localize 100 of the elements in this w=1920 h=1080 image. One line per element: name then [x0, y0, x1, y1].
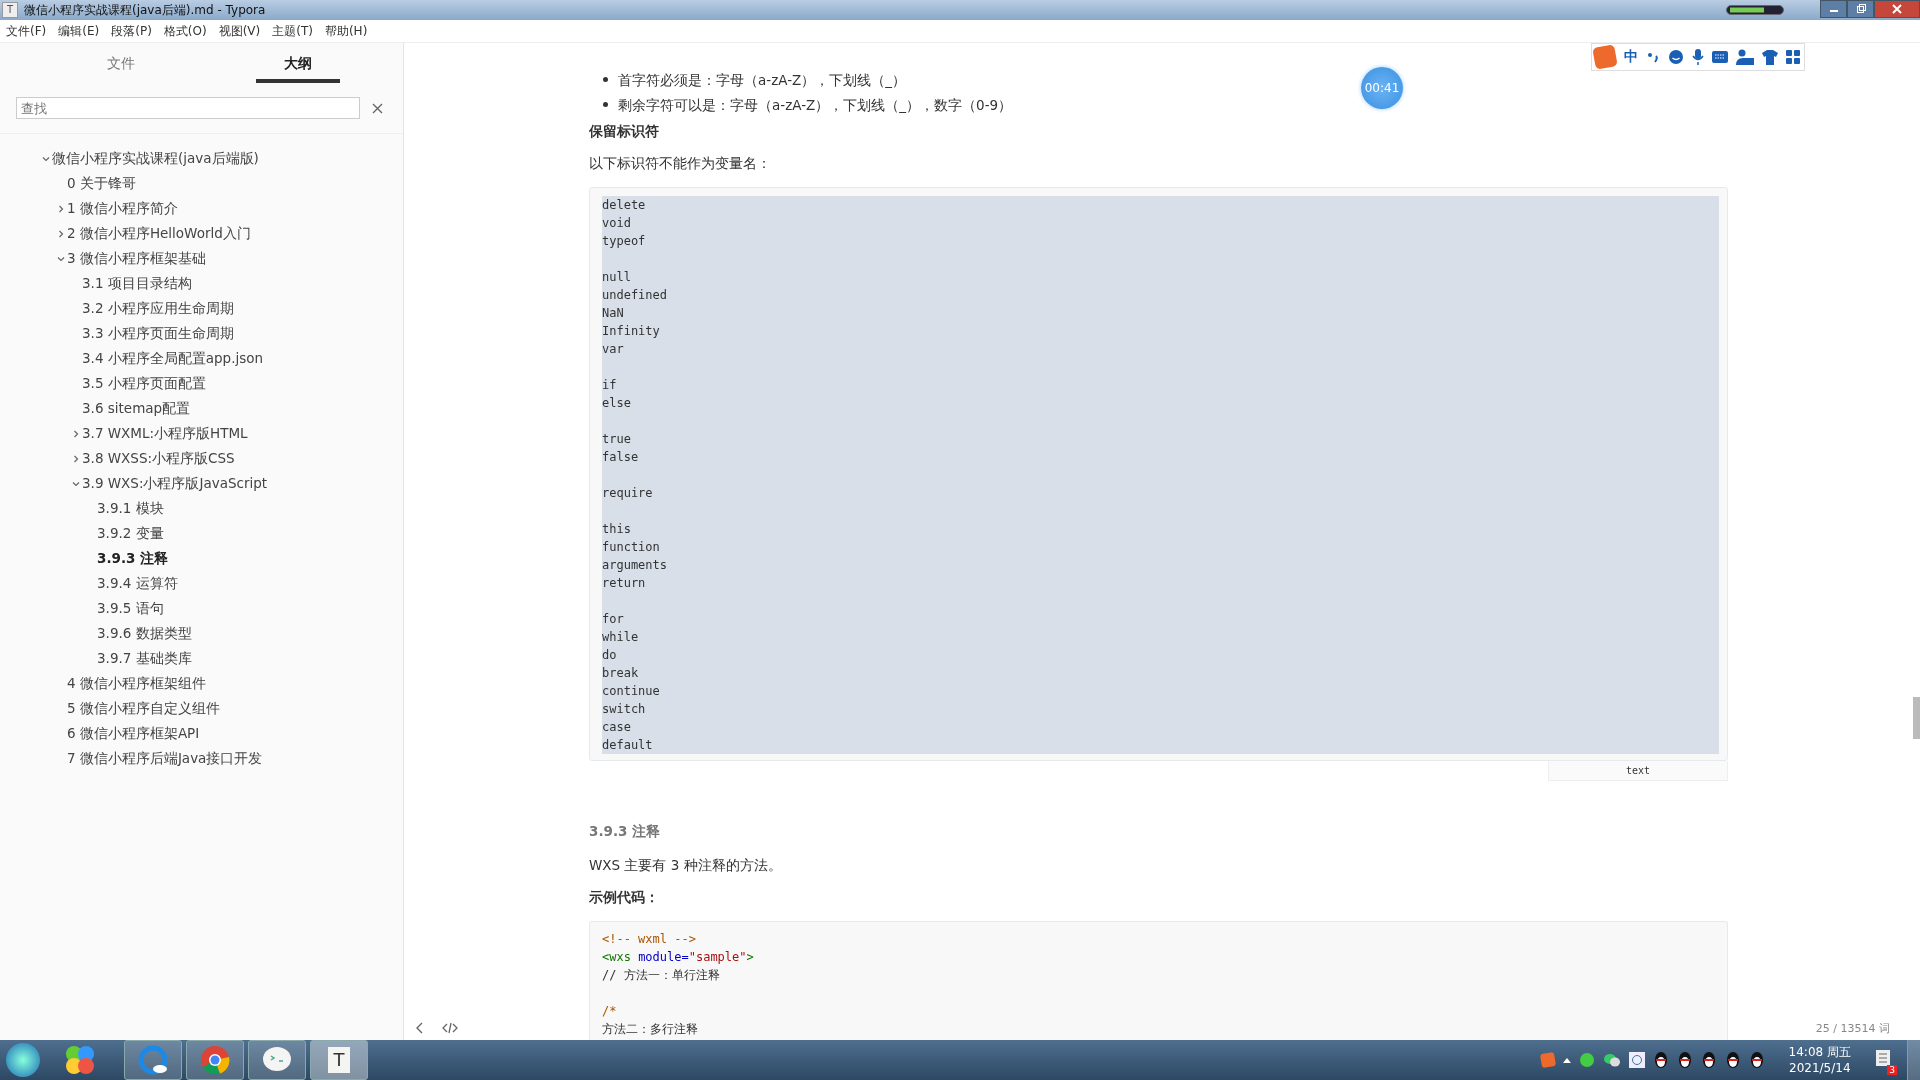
outline-item[interactable]: 3.9 WXS:小程序版JavaScript: [82, 474, 268, 493]
close-icon[interactable]: [372, 102, 383, 114]
logo-icon[interactable]: [1539, 1051, 1556, 1069]
ime-mode-button[interactable]: 中: [1624, 48, 1638, 66]
code-block[interactable]: <!-- wxml --> <wxs module="sample"> // 方法一：单行注释 /* 方法二：多行注释: [589, 921, 1728, 1040]
chat-icon[interactable]: [1602, 1052, 1621, 1068]
outline-item[interactable]: 4 微信小程序框架组件: [67, 674, 206, 693]
flower-icon[interactable]: [64, 1044, 96, 1076]
chevron-icon[interactable]: [57, 254, 65, 263]
code-line: <!-- wxml -->: [602, 931, 696, 948]
minimize-button[interactable]: [1820, 0, 1847, 18]
window-icon[interactable]: [1628, 1052, 1645, 1068]
chevron-icon[interactable]: [57, 229, 65, 238]
outline-item[interactable]: 3.9.6 数据类型: [97, 624, 192, 643]
code-line: while: [602, 629, 639, 646]
paragraph: WXS 主要有 3 种注释的方法。: [589, 857, 783, 875]
search-field[interactable]: 查找: [16, 97, 360, 119]
code-line: for: [602, 611, 624, 628]
language-label[interactable]: text: [1548, 761, 1728, 781]
browser-icon: [138, 1045, 168, 1075]
outline-item[interactable]: 3.2 小程序应用生命周期: [82, 299, 234, 318]
code-line: default: [602, 737, 653, 754]
menu-item[interactable]: 帮助(H): [324, 22, 368, 40]
close-button[interactable]: [1874, 0, 1920, 18]
penguin-icon[interactable]: [1676, 1051, 1693, 1069]
caret-up-icon[interactable]: [1562, 1057, 1571, 1063]
user-icon[interactable]: [1736, 49, 1754, 65]
outline-item[interactable]: 3.1 项目目录结构: [82, 274, 192, 293]
outline-item[interactable]: 3.4 小程序全局配置app.json: [82, 349, 264, 368]
start-button[interactable]: [6, 1043, 40, 1077]
outline-item[interactable]: 1 微信小程序简介: [67, 199, 178, 218]
menu-item[interactable]: 文件(F): [6, 22, 47, 40]
outline-item[interactable]: 3.6 sitemap配置: [82, 399, 191, 418]
outline-item[interactable]: 3.3 小程序页面生命周期: [82, 324, 234, 343]
outline-item[interactable]: 2 微信小程序HelloWorld入门: [67, 224, 251, 243]
outline-item[interactable]: 3.9.7 基础类库: [97, 649, 192, 668]
menu-item[interactable]: 编辑(E): [58, 22, 100, 40]
penguin-icon[interactable]: [1700, 1051, 1717, 1069]
outline-item[interactable]: 3.9.3 注释: [97, 549, 169, 568]
outline-item[interactable]: 0 关于锋哥: [67, 174, 136, 193]
code-line: void: [602, 215, 631, 232]
outline-item[interactable]: 3.5 小程序页面配置: [82, 374, 206, 393]
outline-item[interactable]: 3.8 WXSS:小程序版CSS: [82, 449, 235, 468]
close-icon: [1892, 4, 1902, 14]
chevron-icon[interactable]: [42, 154, 50, 163]
code-line: <wxs module="sample">: [602, 949, 754, 966]
penguin-icon[interactable]: [1724, 1051, 1741, 1069]
chevron-icon[interactable]: [57, 204, 65, 213]
clock[interactable]: 14:08 周五 2021/5/14: [1788, 1044, 1851, 1076]
taskbar-app[interactable]: T: [310, 1040, 368, 1080]
outline-item[interactable]: 3 微信小程序框架基础: [67, 249, 206, 268]
code-block[interactable]: delete void typeof null undefined NaN Infinity var if else true false require this function arguments return for while do break continue switch case default: [589, 187, 1728, 761]
microphone-icon[interactable]: [1692, 49, 1704, 65]
outline-item[interactable]: 5 微信小程序自定义组件: [67, 699, 220, 718]
penguin-icon[interactable]: [1652, 1051, 1669, 1069]
taskbar-app[interactable]: [186, 1040, 244, 1080]
logo-icon[interactable]: [1592, 44, 1618, 70]
outline-item[interactable]: 微信小程序实战课程(java后端版): [52, 149, 259, 168]
grid-icon[interactable]: [1786, 50, 1800, 64]
code-line: Infinity: [602, 323, 660, 340]
taskbar-app[interactable]: [248, 1040, 306, 1080]
menu-item[interactable]: 段落(P): [111, 22, 152, 40]
notification-icon[interactable]: [1875, 1049, 1891, 1067]
punctuation-icon[interactable]: [1646, 50, 1660, 64]
paragraph: 以下标识符不能作为变量名：: [589, 155, 772, 173]
chevron-icon[interactable]: [72, 479, 80, 488]
outline-item[interactable]: 3.9.1 模块: [97, 499, 164, 518]
outline-item[interactable]: 3.9.2 变量: [97, 524, 164, 543]
penguin-icon[interactable]: [1748, 1051, 1765, 1069]
menu-item[interactable]: 视图(V): [218, 22, 261, 40]
chevron-icon[interactable]: [72, 454, 80, 463]
word-count[interactable]: 25 / 13514 词: [1815, 1020, 1890, 1036]
notification-badge: 3: [1887, 1065, 1897, 1075]
shirt-icon[interactable]: [1762, 49, 1778, 65]
outline-item[interactable]: 3.9.5 语句: [97, 599, 164, 618]
chevron-left-icon[interactable]: [416, 1022, 424, 1034]
taskbar-app[interactable]: [124, 1040, 182, 1080]
code-line: null: [602, 269, 631, 286]
outline-item[interactable]: 3.7 WXML:小程序版HTML: [82, 424, 248, 443]
menu-item[interactable]: 格式(O): [163, 22, 207, 40]
code-line: arguments: [602, 557, 668, 574]
code-line: do: [602, 647, 617, 664]
outline-item[interactable]: 7 微信小程序后端Java接口开发: [67, 749, 263, 768]
outline-item[interactable]: 6 微信小程序框架API: [67, 724, 200, 743]
scrollbar-thumb[interactable]: [1913, 697, 1920, 739]
code-line: undefined: [602, 287, 668, 304]
code-line: require: [602, 485, 653, 502]
sidebar-tab[interactable]: 文件: [66, 51, 176, 83]
app-icon: T: [2, 2, 18, 18]
code-line: 方法二：多行注释: [602, 1021, 698, 1038]
keyboard-icon[interactable]: [1712, 51, 1728, 63]
chevron-icon[interactable]: [72, 429, 80, 438]
bullet-icon: [603, 102, 608, 107]
code-line: if: [602, 377, 617, 394]
list-item: 剩余字符可以是：字母（a-zA-Z），下划线（_），数字（0-9）: [618, 95, 1013, 114]
menu-item[interactable]: 主题(T): [272, 22, 313, 40]
maximize-button[interactable]: [1847, 0, 1874, 18]
outline-item[interactable]: 3.9.4 运算符: [97, 574, 178, 593]
code-icon[interactable]: [442, 1022, 458, 1034]
sidebar-tab[interactable]: 大纲: [256, 51, 340, 83]
